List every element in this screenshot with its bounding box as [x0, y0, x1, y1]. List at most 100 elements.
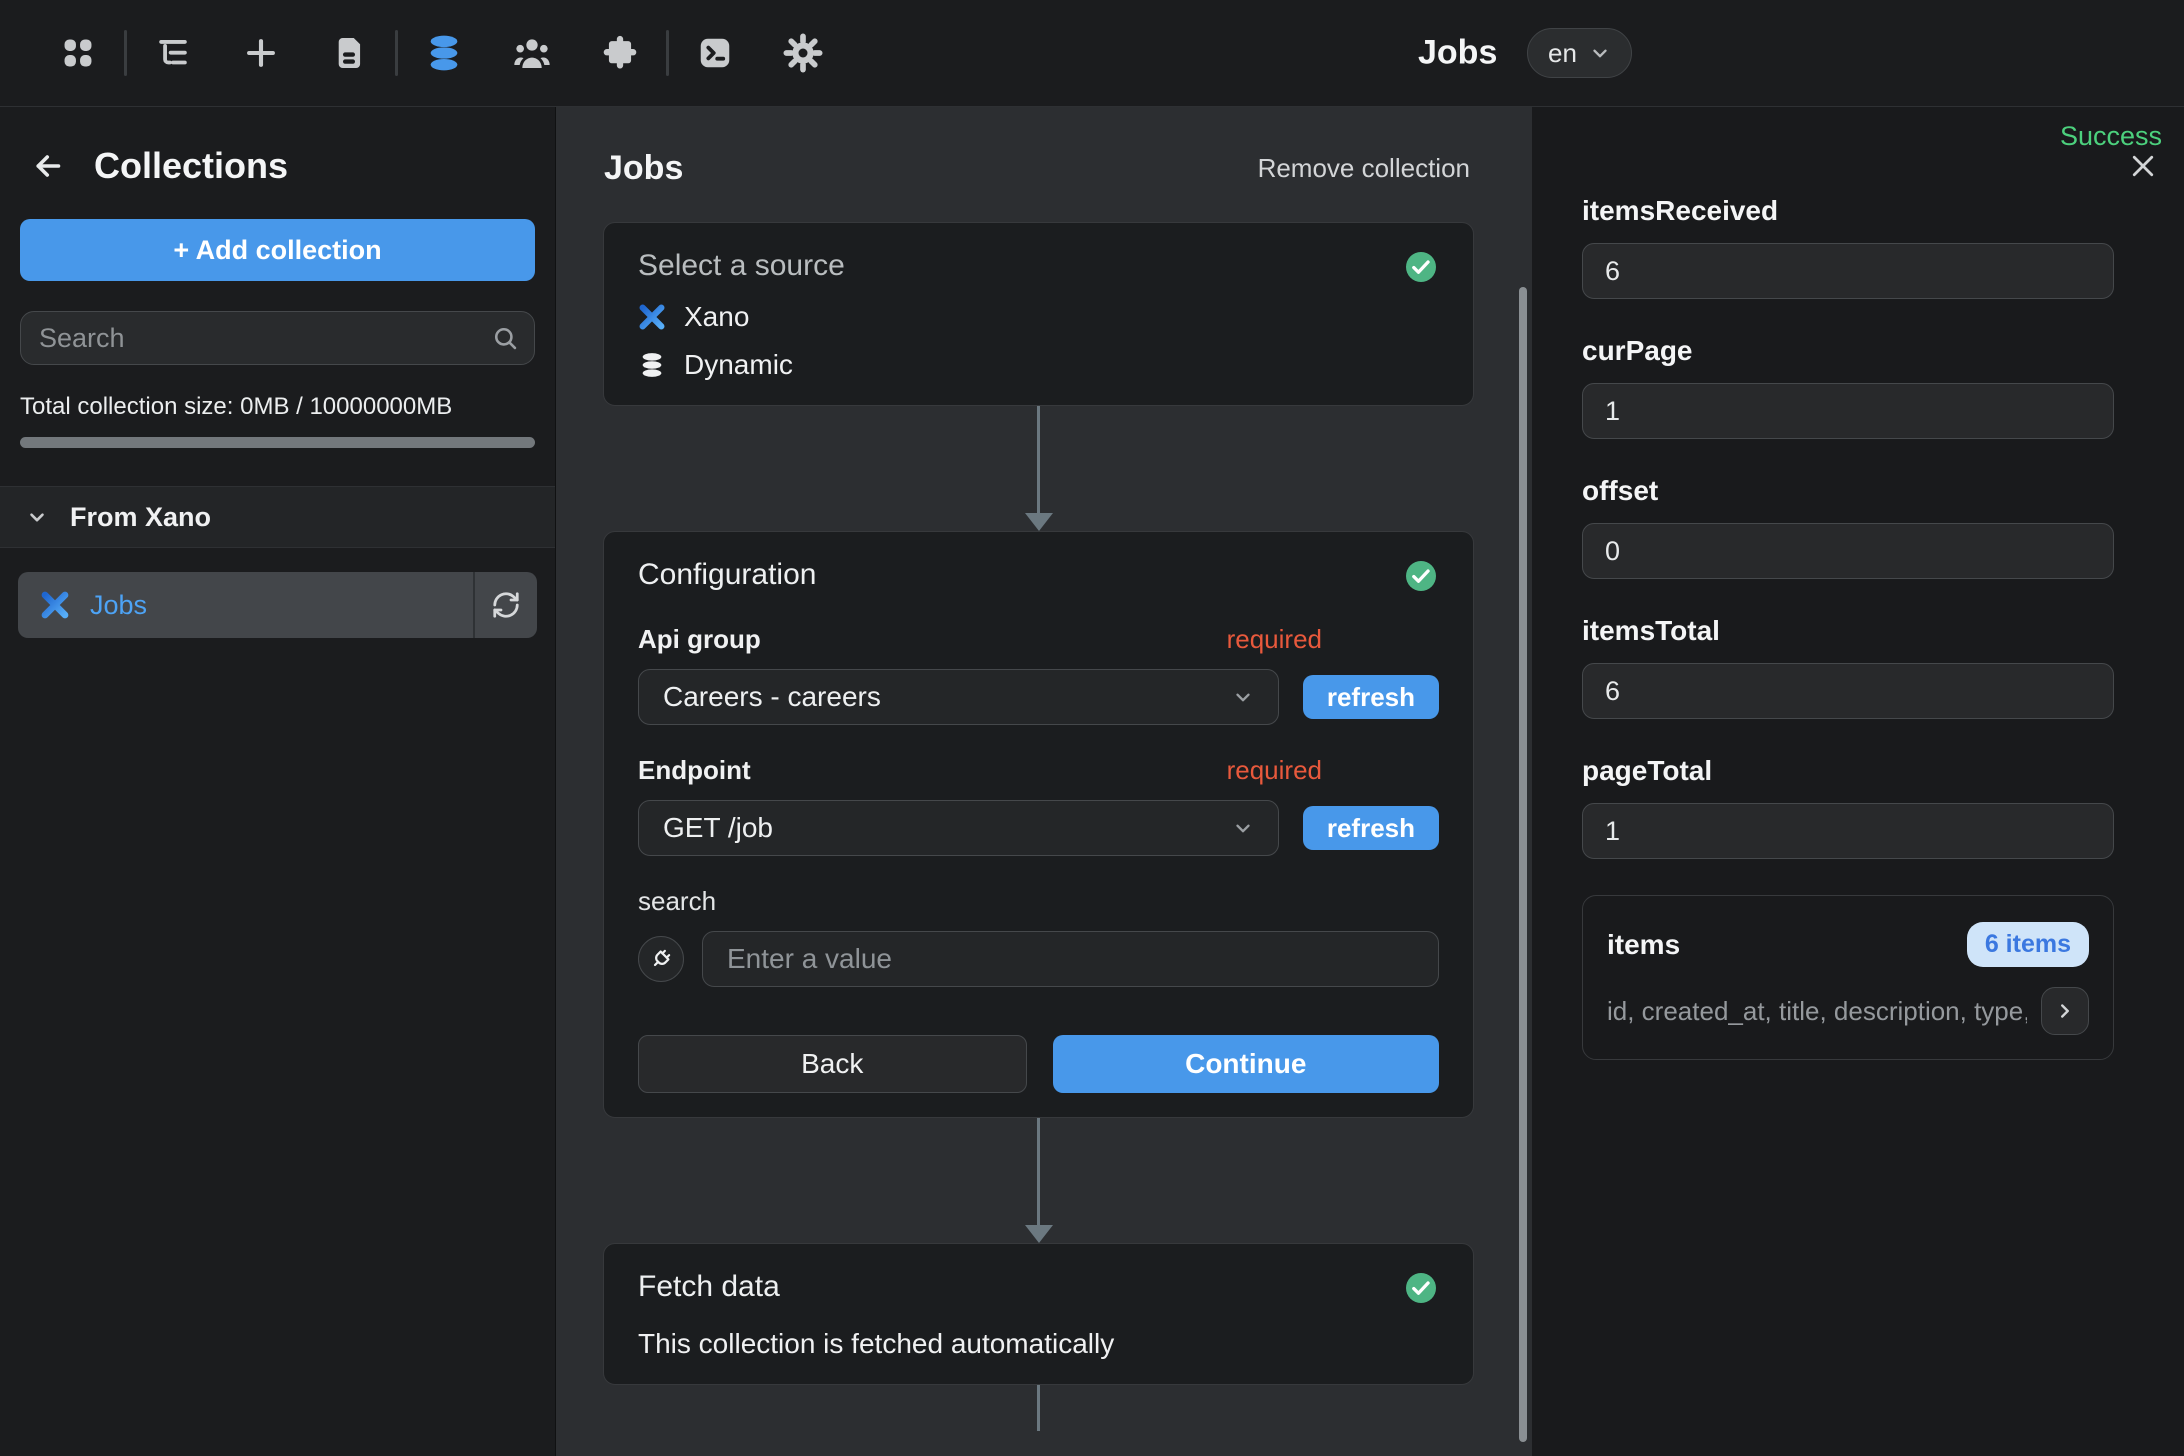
content-area: Collections + Add collection Total colle… [0, 106, 2184, 1456]
result-field-value: 0 [1582, 523, 2114, 579]
data-database-icon[interactable] [400, 21, 488, 85]
collection-refresh-button[interactable] [475, 572, 537, 638]
endpoint-select[interactable]: GET /job [638, 800, 1279, 856]
close-icon [2128, 151, 2158, 181]
result-field-itemsReceived: itemsReceived 6 [1582, 195, 2114, 299]
source-option-label: Dynamic [684, 349, 793, 381]
search-param-input[interactable] [702, 931, 1439, 987]
collection-title: Jobs [604, 149, 683, 188]
result-field-label: itemsReceived [1582, 195, 2114, 227]
result-field-offset: offset 0 [1582, 475, 2114, 579]
users-group-icon[interactable] [488, 21, 576, 85]
language-value: en [1548, 38, 1577, 69]
source-option-xano[interactable]: Xano [638, 301, 1439, 333]
fetch-data-card: Fetch data This collection is fetched au… [603, 1243, 1474, 1385]
apps-grid-icon[interactable] [34, 21, 122, 85]
check-circle-icon [1403, 558, 1439, 594]
items-label: items [1607, 929, 1680, 961]
toolbar-divider [666, 30, 669, 76]
continue-button[interactable]: Continue [1053, 1035, 1440, 1093]
collections-search [20, 311, 535, 365]
chevron-down-icon [26, 506, 48, 528]
xano-logo-icon [638, 303, 666, 331]
editor-header: Jobs Remove collection [556, 107, 1532, 188]
terminal-console-icon[interactable] [671, 21, 759, 85]
flow-connector-line [1037, 1385, 1040, 1431]
chevron-right-icon [2054, 1000, 2076, 1022]
endpoint-label: Endpoint [638, 755, 751, 786]
api-group-refresh-button[interactable]: refresh [1303, 675, 1439, 719]
language-selector[interactable]: en [1527, 28, 1632, 78]
vertical-scrollbar[interactable] [1519, 287, 1527, 1442]
endpoint-value: GET /job [663, 812, 773, 844]
sidebar-header: Collections [0, 107, 555, 211]
close-panel-button[interactable] [2128, 151, 2158, 181]
topbar-page-title: Jobs [1418, 34, 1497, 73]
result-field-value: 6 [1582, 243, 2114, 299]
total-collection-size: Total collection size: 0MB / 10000000MB [20, 393, 535, 421]
search-icon [491, 324, 519, 352]
collection-item-main[interactable]: Jobs [18, 572, 473, 638]
status-badge: Success [2060, 121, 2162, 152]
pages-file-icon[interactable] [305, 21, 393, 85]
bind-data-button[interactable] [638, 936, 684, 982]
chevron-down-icon [1232, 686, 1254, 708]
database-stack-icon [638, 351, 666, 379]
items-fields-preview: id, created_at, title, description, type… [1607, 996, 2027, 1027]
fetch-results-panel: Success itemsReceived 6 curPage 1 offset… [1532, 107, 2184, 1456]
plugins-puzzle-icon[interactable] [576, 21, 664, 85]
result-field-value: 6 [1582, 663, 2114, 719]
api-group-label: Api group [638, 624, 761, 655]
xano-logo-icon [40, 590, 70, 620]
items-count-badge[interactable]: 6 items [1967, 922, 2089, 967]
sidebar-title: Collections [94, 145, 288, 187]
endpoint-required-badge: required [1227, 755, 1322, 786]
endpoint-refresh-button[interactable]: refresh [1303, 806, 1439, 850]
flow-connector-arrow [603, 1118, 1474, 1243]
back-arrow-icon[interactable] [30, 148, 66, 184]
fetch-card-title: Fetch data [638, 1270, 780, 1304]
toolbar-divider [124, 30, 127, 76]
search-param-label: search [638, 886, 1439, 917]
plug-icon [649, 947, 673, 971]
result-field-label: curPage [1582, 335, 2114, 367]
chevron-down-icon [1589, 42, 1611, 64]
api-group-select[interactable]: Careers - careers [638, 669, 1279, 725]
api-group-value: Careers - careers [663, 681, 881, 713]
check-circle-icon [1403, 1270, 1439, 1306]
chevron-down-icon [1232, 817, 1254, 839]
refresh-icon [491, 590, 521, 620]
add-collection-button[interactable]: + Add collection [20, 219, 535, 281]
source-option-dynamic[interactable]: Dynamic [638, 349, 1439, 381]
result-field-value: 1 [1582, 383, 2114, 439]
collections-sidebar: Collections + Add collection Total colle… [0, 107, 556, 1456]
flow-connector-arrow [603, 406, 1474, 531]
toolbar-divider [395, 30, 398, 76]
top-toolbar: Jobs en [0, 0, 2184, 106]
configuration-card: Configuration Api group required Careers… [603, 531, 1474, 1118]
fetch-card-description: This collection is fetched automatically [638, 1328, 1439, 1360]
result-field-curPage: curPage 1 [1582, 335, 2114, 439]
collections-search-input[interactable] [20, 311, 535, 365]
source-option-label: Xano [684, 301, 749, 333]
result-field-itemsTotal: itemsTotal 6 [1582, 615, 2114, 719]
result-field-label: pageTotal [1582, 755, 2114, 787]
from-xano-section-header[interactable]: From Xano [0, 486, 555, 548]
collection-item-label: Jobs [90, 590, 147, 621]
section-label: From Xano [70, 502, 211, 533]
setup-flow: Select a source Xano Dynam [603, 222, 1474, 1431]
collection-item-jobs[interactable]: Jobs [18, 572, 537, 638]
navigator-tree-icon[interactable] [129, 21, 217, 85]
remove-collection-button[interactable]: Remove collection [1258, 153, 1470, 184]
api-group-required-badge: required [1227, 624, 1322, 655]
toolbar-icon-group [34, 21, 847, 85]
settings-gear-icon[interactable] [759, 21, 847, 85]
items-result-card: items 6 items id, created_at, title, des… [1582, 895, 2114, 1060]
result-field-pageTotal: pageTotal 1 [1582, 755, 2114, 859]
check-circle-icon [1403, 249, 1439, 285]
expand-items-button[interactable] [2041, 987, 2089, 1035]
back-button[interactable]: Back [638, 1035, 1027, 1093]
result-field-value: 1 [1582, 803, 2114, 859]
collection-size-progressbar [20, 437, 535, 448]
add-plus-icon[interactable] [217, 21, 305, 85]
